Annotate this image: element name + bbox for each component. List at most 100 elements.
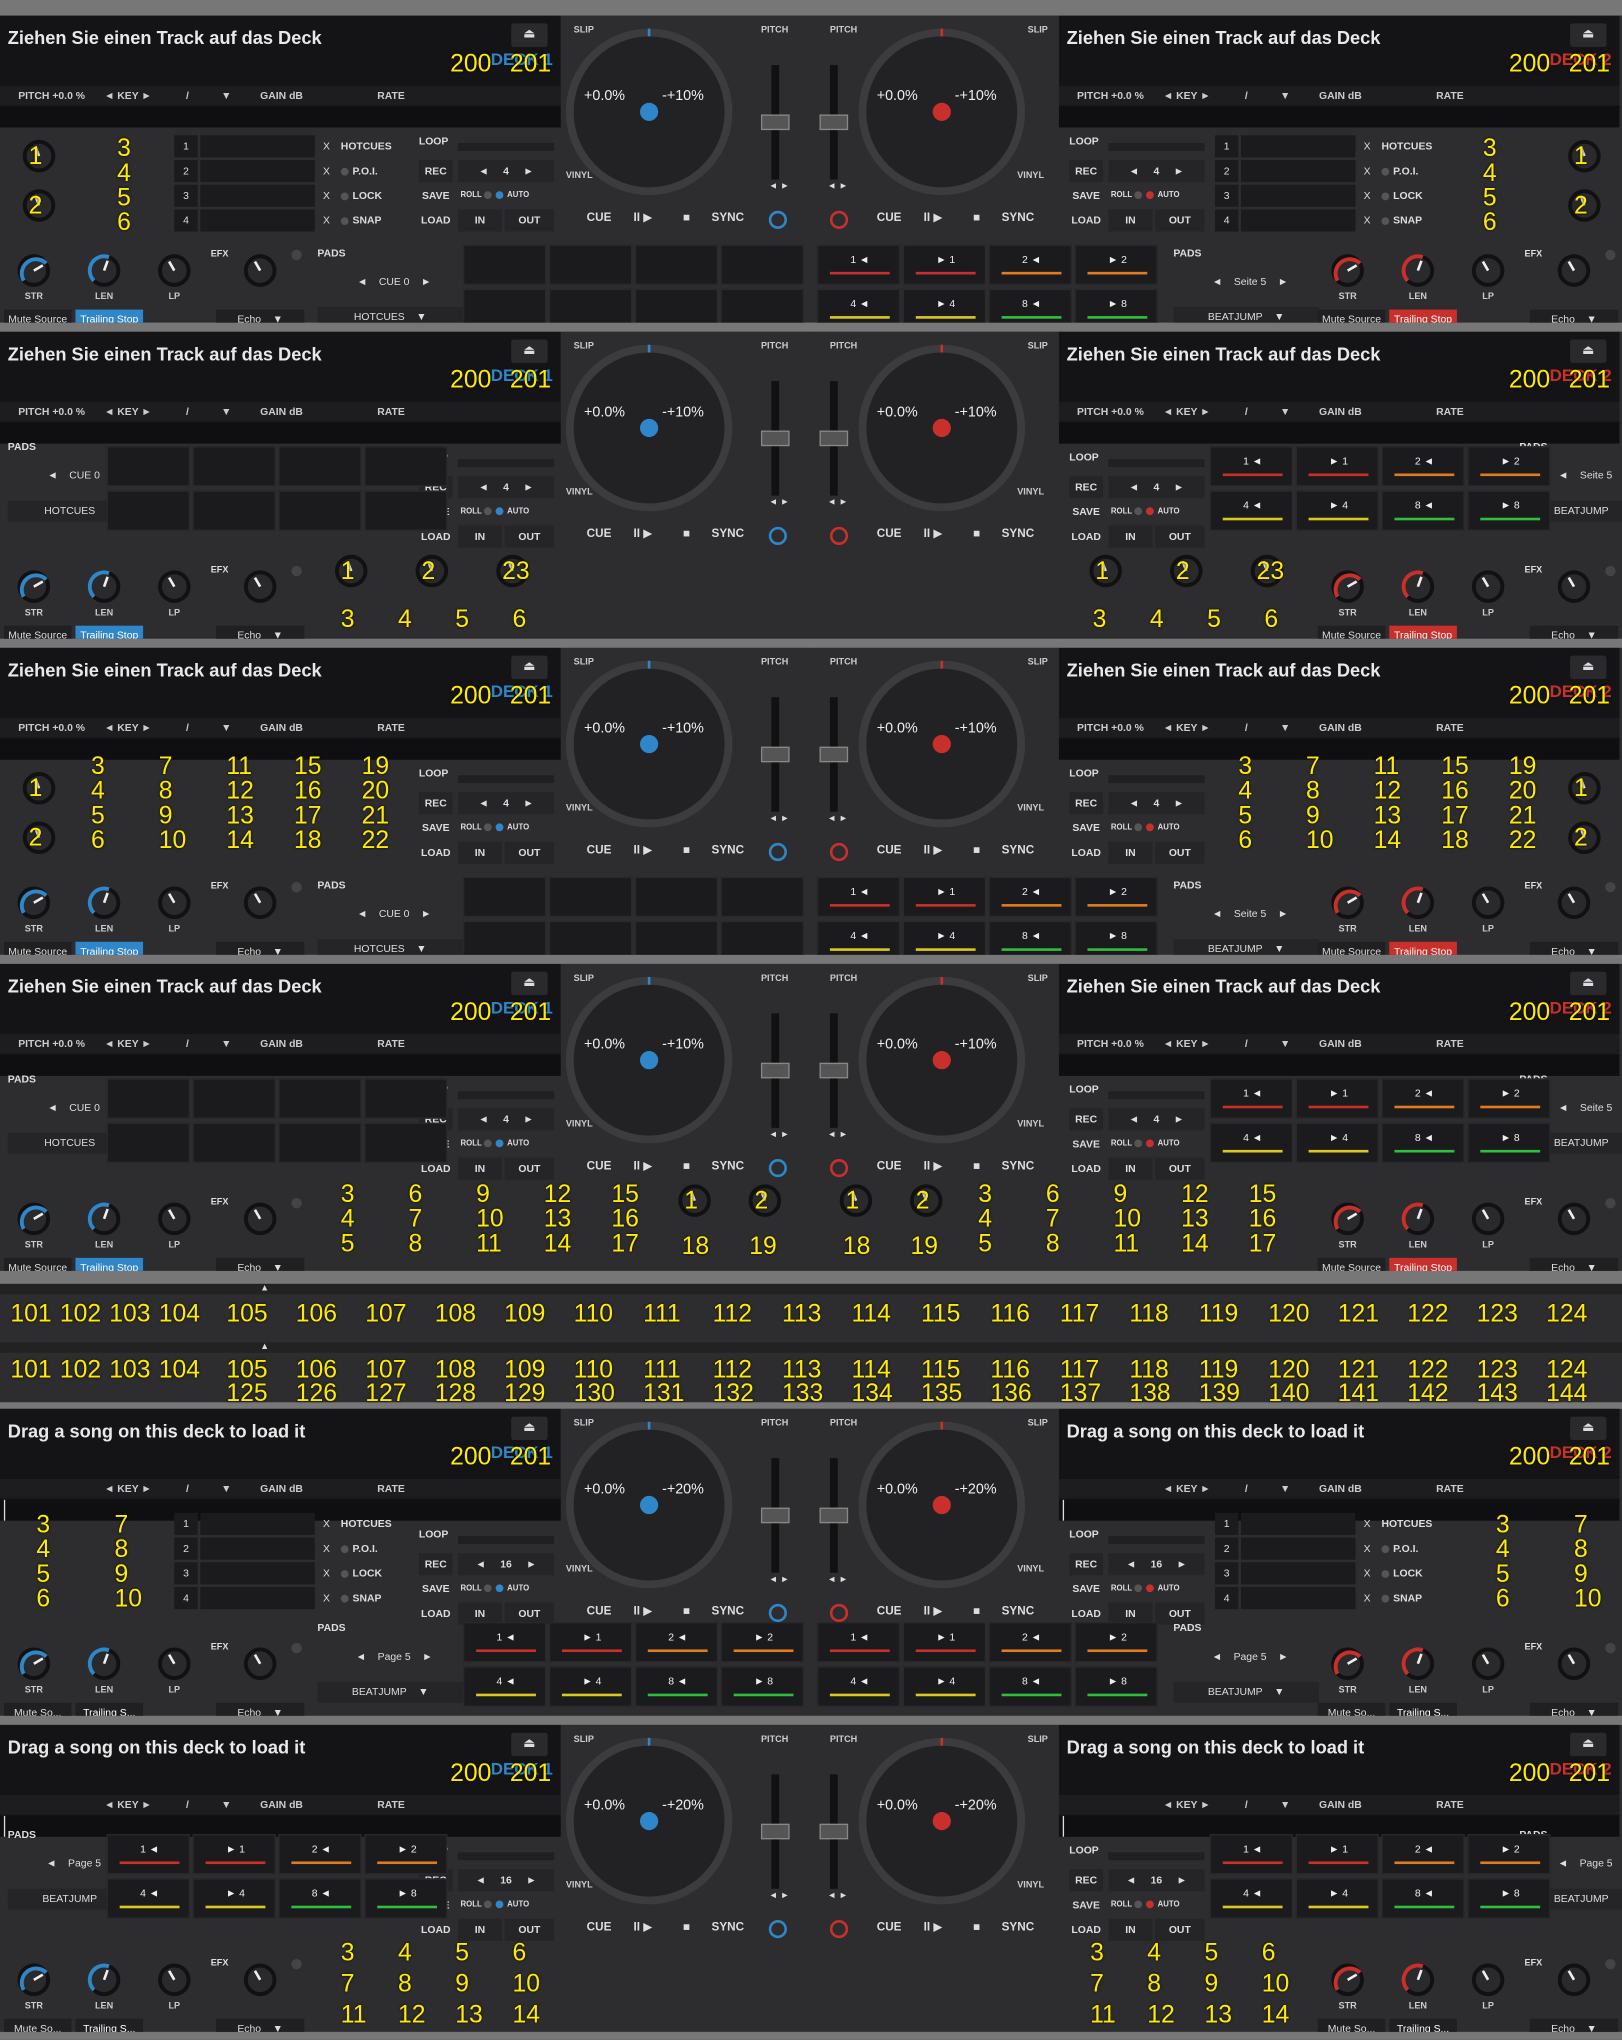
performance-pad[interactable] — [548, 920, 633, 955]
waveform[interactable] — [1058, 106, 1620, 128]
performance-pad[interactable] — [720, 244, 804, 285]
slip-button[interactable]: SLIP — [1028, 974, 1048, 983]
trailing-stop-button[interactable]: Trailing Stop — [1389, 941, 1457, 955]
pitch-fader-knob[interactable] — [819, 1062, 849, 1079]
hotcue-name-field[interactable] — [1240, 135, 1356, 158]
pitch-fader-knob[interactable] — [760, 114, 790, 131]
hotcue-option[interactable]: SNAP — [1381, 209, 1422, 231]
play-pause-button[interactable]: II ▶ — [633, 1913, 652, 1939]
hotcue-option[interactable]: P.O.I. — [1381, 160, 1418, 182]
performance-pad[interactable] — [634, 920, 719, 955]
stop-button[interactable]: ■ — [683, 204, 690, 230]
performance-pad[interactable]: 1 ◄ — [816, 1622, 901, 1663]
hotcue-name-field[interactable] — [200, 1537, 315, 1560]
dropdown-arrow-icon[interactable]: ▼ — [1280, 90, 1290, 102]
trailing-stop-button[interactable]: Trailing S... — [1389, 2018, 1457, 2032]
str-knob[interactable] — [1329, 885, 1365, 921]
eject-button[interactable]: ⏏ — [1570, 339, 1607, 363]
performance-pad[interactable]: ► 2 — [1074, 876, 1158, 918]
performance-pad[interactable]: ► 1 — [1295, 446, 1379, 487]
loop-out-button[interactable]: OUT — [504, 209, 555, 232]
vinyl-button[interactable]: VINYL — [1017, 1120, 1044, 1129]
mute-source-button[interactable]: Mute So... — [1317, 2018, 1386, 2032]
performance-pad[interactable]: 2 ◄ — [988, 1622, 1072, 1663]
pads-mode-select[interactable]: BEATJUMP ▼ — [1173, 306, 1320, 323]
sync-button[interactable]: SYNC — [1002, 1153, 1035, 1179]
stop-button[interactable]: ■ — [683, 520, 690, 546]
master-target-icon[interactable] — [768, 526, 787, 546]
hotcue-delete[interactable]: X — [1358, 1513, 1376, 1535]
save-button[interactable]: SAVE — [1069, 817, 1103, 839]
performance-pad[interactable]: 4 ◄ — [1209, 1122, 1293, 1163]
key-selector[interactable]: ◄ KEY ► — [1163, 722, 1211, 734]
roll-auto[interactable]: ROLL AUTO — [1111, 1139, 1180, 1148]
save-button[interactable]: SAVE — [419, 185, 453, 207]
pitch-fader-knob[interactable] — [819, 114, 849, 131]
performance-pad[interactable]: ► 2 — [1467, 1078, 1551, 1119]
play-pause-button[interactable]: II ▶ — [924, 1153, 943, 1179]
trailing-stop-button[interactable]: Trailing Stop — [1389, 1257, 1457, 1271]
pads-page[interactable]: ◄ Seite 5 ► — [1179, 908, 1322, 920]
performance-pad[interactable]: 2 ◄ — [278, 1834, 362, 1875]
sync-button[interactable]: SYNC — [712, 1913, 745, 1939]
pitch-fader-knob[interactable] — [819, 1823, 849, 1840]
rec-button[interactable]: REC — [1069, 1553, 1104, 1576]
hotcue-delete[interactable]: X — [317, 1587, 335, 1609]
loop-out-button[interactable]: OUT — [1155, 841, 1205, 864]
performance-pad[interactable]: ► 8 — [1467, 1878, 1551, 1919]
pads-mode-select[interactable]: BEATJUMP ▼ — [1173, 939, 1320, 955]
loop-in-button[interactable]: IN — [457, 1157, 503, 1180]
trailing-stop-button[interactable]: Trailing Stop — [75, 625, 144, 639]
hotcue-name-field[interactable] — [200, 209, 315, 232]
cue-button[interactable]: CUE — [587, 1153, 612, 1179]
master-target-icon[interactable] — [829, 1919, 849, 1939]
vinyl-button[interactable]: VINYL — [1017, 1565, 1044, 1574]
dropdown-arrow-icon[interactable]: ▼ — [1280, 722, 1290, 734]
key-selector[interactable]: ◄ KEY ► — [104, 406, 152, 418]
eject-button[interactable]: ⏏ — [511, 971, 548, 996]
performance-pad[interactable] — [192, 1078, 276, 1119]
slip-button[interactable]: SLIP — [574, 974, 594, 983]
performance-pad[interactable]: ► 1 — [548, 1622, 633, 1663]
pitch-bend-buttons[interactable]: ◄ ► — [827, 498, 848, 507]
mute-source-button[interactable]: Mute Source — [1317, 309, 1386, 323]
loop-out-button[interactable]: OUT — [1155, 525, 1205, 548]
slip-button[interactable]: SLIP — [1028, 658, 1048, 667]
eject-button[interactable]: ⏏ — [511, 1732, 548, 1757]
loop-length[interactable]: ◄ 4 ► — [1108, 792, 1205, 815]
performance-pad[interactable]: ► 1 — [902, 1622, 987, 1663]
key-selector[interactable]: ◄ KEY ► — [1163, 1799, 1211, 1811]
play-pause-button[interactable]: II ▶ — [633, 1597, 652, 1623]
dropdown-arrow-icon[interactable]: ▼ — [221, 90, 231, 102]
loop-out-button[interactable]: OUT — [1155, 1918, 1205, 1941]
performance-pad[interactable] — [463, 288, 547, 323]
performance-pad[interactable] — [278, 1078, 362, 1119]
hotcue-delete[interactable]: X — [317, 185, 335, 207]
len-knob[interactable] — [1400, 885, 1436, 921]
mute-source-button[interactable]: Mute Source — [3, 941, 72, 955]
len-knob[interactable] — [86, 1962, 122, 1998]
cue-button[interactable]: CUE — [877, 1913, 902, 1939]
performance-pad[interactable] — [278, 1122, 362, 1163]
performance-pad[interactable] — [634, 876, 719, 918]
hotcue-option[interactable]: P.O.I. — [340, 160, 378, 182]
performance-pad[interactable]: ► 1 — [1295, 1834, 1379, 1875]
jog-wheel[interactable]: +0.0% -+20% — [858, 1421, 1026, 1589]
efx-knob[interactable] — [1556, 1201, 1592, 1237]
loop-length[interactable]: ◄ 4 ► — [457, 159, 555, 183]
pitch-bend-buttons[interactable]: ◄ ► — [769, 498, 790, 507]
pads-page[interactable]: ◄ CUE 0 ► — [323, 276, 466, 288]
key-selector[interactable]: ◄ KEY ► — [104, 1483, 152, 1495]
slip-button[interactable]: SLIP — [574, 26, 594, 35]
slip-button[interactable]: SLIP — [574, 342, 594, 351]
jog-wheel[interactable]: +0.0% -+10% — [565, 976, 733, 1144]
slip-button[interactable]: SLIP — [1028, 1735, 1048, 1744]
loop-out-button[interactable]: OUT — [504, 525, 555, 548]
cue-button[interactable]: CUE — [877, 1597, 902, 1623]
trailing-stop-button[interactable]: Trailing Stop — [75, 1257, 144, 1271]
pads-mode-select[interactable]: HOTCUES ▼ — [317, 306, 464, 323]
slip-button[interactable]: SLIP — [1028, 26, 1048, 35]
hotcue-option[interactable]: SNAP — [340, 209, 381, 231]
performance-pad[interactable]: 8 ◄ — [1381, 1878, 1465, 1919]
str-knob[interactable] — [1329, 1201, 1365, 1237]
